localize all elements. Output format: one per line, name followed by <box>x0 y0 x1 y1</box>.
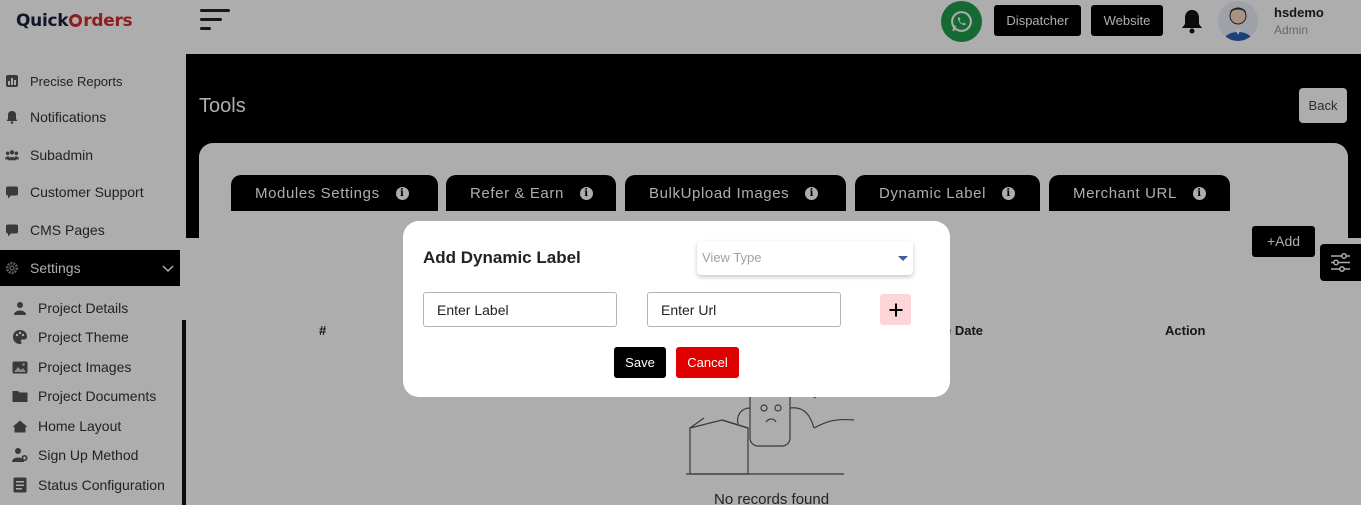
add-row-button[interactable] <box>880 294 911 325</box>
url-input[interactable] <box>647 292 841 327</box>
cancel-button[interactable]: Cancel <box>676 347 739 378</box>
label-input[interactable] <box>423 292 617 327</box>
view-type-select[interactable]: View Type <box>697 241 913 275</box>
add-dynamic-label-modal: Add Dynamic Label View Type Save Cancel <box>403 221 950 397</box>
dropdown-caret-icon <box>898 256 908 261</box>
view-type-placeholder: View Type <box>702 250 762 265</box>
modal-title: Add Dynamic Label <box>423 248 581 267</box>
plus-icon <box>889 303 902 316</box>
save-button[interactable]: Save <box>614 347 666 378</box>
